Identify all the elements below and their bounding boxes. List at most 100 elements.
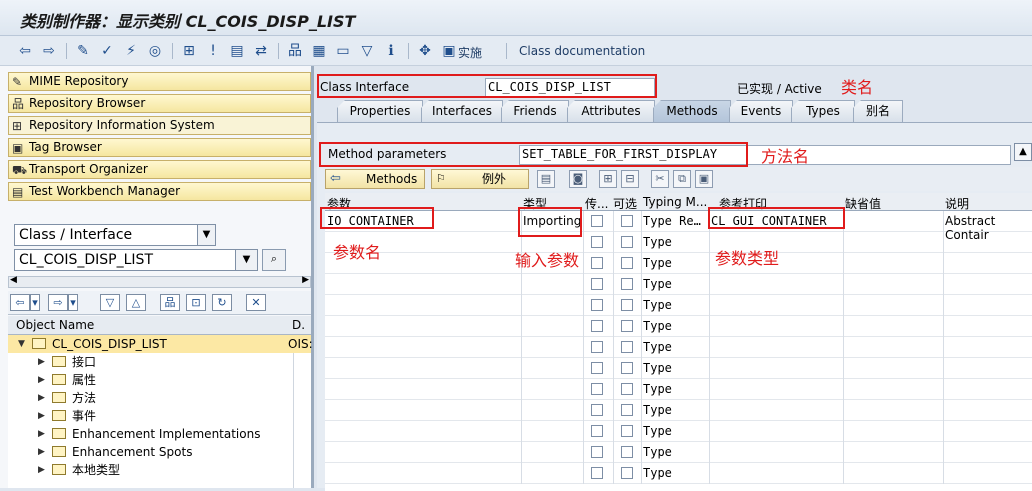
copy-icon[interactable]: ⧉: [673, 170, 691, 188]
typing-method-cell[interactable]: Type: [643, 277, 672, 291]
pass-by-value-checkbox[interactable]: [591, 236, 603, 248]
typing-method-cell[interactable]: Type: [643, 382, 672, 396]
object-type-select[interactable]: Class / Interface ▼: [14, 224, 216, 246]
tree-node[interactable]: ▶ 属性: [8, 371, 311, 389]
pass-by-value-checkbox[interactable]: [591, 341, 603, 353]
exceptions-button[interactable]: ⚐ 例外: [431, 169, 529, 189]
table-row[interactable]: Type: [325, 358, 1032, 379]
insert-row-icon[interactable]: ⊞: [599, 170, 617, 188]
typing-method-cell[interactable]: Type: [643, 466, 672, 480]
optional-checkbox[interactable]: [621, 362, 633, 374]
nav-test-workbench-manager[interactable]: ▤ Test Workbench Manager: [8, 182, 311, 201]
tab-interfaces[interactable]: Interfaces: [421, 100, 503, 122]
typing-method-cell[interactable]: Type: [643, 319, 672, 333]
expand-triangle-icon[interactable]: ▶: [38, 407, 45, 425]
optional-checkbox[interactable]: [621, 236, 633, 248]
typing-method-cell[interactable]: Type: [643, 298, 672, 312]
optional-checkbox[interactable]: [621, 278, 633, 290]
display-glasses-icon[interactable]: ⌕: [262, 249, 286, 271]
expand-triangle-icon[interactable]: ▶: [38, 461, 45, 479]
typing-method-cell[interactable]: Type: [643, 424, 672, 438]
tree-node[interactable]: ▶ 事件: [8, 407, 311, 425]
settings-icon[interactable]: ✥: [416, 42, 434, 60]
forward-menu-icon[interactable]: ▾: [68, 294, 78, 311]
table-row[interactable]: Type: [325, 379, 1032, 400]
methods-back-button[interactable]: ⇦ Methods: [325, 169, 425, 189]
target-icon[interactable]: ◎: [146, 42, 164, 60]
object-name-input[interactable]: CL_COIS_DISP_LIST ▼: [14, 249, 258, 271]
optional-checkbox[interactable]: [621, 215, 633, 227]
implement-button[interactable]: 实施: [458, 44, 482, 61]
optional-checkbox[interactable]: [621, 425, 633, 437]
pass-by-value-checkbox[interactable]: [591, 404, 603, 416]
tree-node[interactable]: ▶ 接口: [8, 353, 311, 371]
nav-tag-browser[interactable]: ▣ Tag Browser: [8, 138, 311, 157]
pass-by-value-checkbox[interactable]: [591, 215, 603, 227]
typing-method-cell[interactable]: Type: [643, 445, 672, 459]
nav-transport-organizer[interactable]: ⛟ Transport Organizer: [8, 160, 311, 179]
nav-repository-information-system[interactable]: ⊞ Repository Information System: [8, 116, 311, 135]
window-icon[interactable]: ▤: [228, 42, 246, 60]
tree-icon[interactable]: 品: [286, 42, 304, 60]
back-menu-icon[interactable]: ▾: [30, 294, 40, 311]
pass-by-value-checkbox[interactable]: [591, 299, 603, 311]
typing-method-cell[interactable]: Type: [643, 361, 672, 375]
tab-friends[interactable]: Friends: [501, 100, 569, 122]
select-icon[interactable]: ⊡: [186, 294, 206, 311]
cut-icon[interactable]: ✂: [651, 170, 669, 188]
refresh-icon[interactable]: ↻: [212, 294, 232, 311]
delete-row-icon[interactable]: ⊟: [621, 170, 639, 188]
table-row[interactable]: Type: [325, 400, 1032, 421]
pass-by-value-checkbox[interactable]: [591, 425, 603, 437]
optional-checkbox[interactable]: [621, 341, 633, 353]
tree-node[interactable]: ▶ 本地类型: [8, 461, 311, 479]
table-row[interactable]: Type: [325, 274, 1032, 295]
table-row[interactable]: Type: [325, 316, 1032, 337]
detail-view-icon[interactable]: ◙: [569, 170, 587, 188]
implement-icon[interactable]: ▣: [440, 42, 458, 60]
tree-node[interactable]: ▶ Enhancement Spots: [8, 443, 311, 461]
activate-icon[interactable]: ⚡: [122, 42, 140, 60]
edit-icon[interactable]: ✎: [74, 42, 92, 60]
forward-arrow-icon[interactable]: ⇨: [40, 42, 58, 60]
expand-triangle-icon[interactable]: ▶: [38, 371, 45, 389]
tab-attributes[interactable]: Attributes: [567, 100, 655, 122]
tree-root-node[interactable]: ▼ CL_COIS_DISP_LIST OIS:: [8, 335, 313, 353]
scroll-left-icon[interactable]: ◀: [10, 275, 17, 285]
pass-by-value-checkbox[interactable]: [591, 446, 603, 458]
expand-triangle-icon[interactable]: ▶: [38, 353, 45, 371]
tree-node[interactable]: ▶ Enhancement Implementations: [8, 425, 311, 443]
navigate-icon[interactable]: ⇄: [252, 42, 270, 60]
table-row[interactable]: Type: [325, 232, 1032, 253]
pass-by-value-checkbox[interactable]: [591, 320, 603, 332]
table-row[interactable]: Type: [325, 253, 1032, 274]
back-arrow-icon[interactable]: ⇦: [16, 42, 34, 60]
typing-method-cell[interactable]: Type: [643, 256, 672, 270]
typing-method-cell[interactable]: Type Re…: [643, 214, 701, 228]
expand-icon[interactable]: ▽: [100, 294, 120, 311]
tab-methods[interactable]: Methods: [653, 100, 731, 122]
optional-checkbox[interactable]: [621, 404, 633, 416]
typing-method-cell[interactable]: Type: [643, 403, 672, 417]
tab-aliases[interactable]: 别名: [853, 100, 903, 122]
close-icon[interactable]: ✕: [246, 294, 266, 311]
pass-by-value-checkbox[interactable]: [591, 257, 603, 269]
table-row[interactable]: Type: [325, 463, 1032, 484]
typing-method-cell[interactable]: Type: [643, 235, 672, 249]
expand-triangle-icon[interactable]: ▶: [38, 425, 45, 443]
optional-checkbox[interactable]: [621, 299, 633, 311]
scroll-up-icon[interactable]: ▲: [1014, 143, 1032, 161]
optional-checkbox[interactable]: [621, 320, 633, 332]
tab-properties[interactable]: Properties: [337, 100, 423, 122]
back-icon[interactable]: ⇦: [10, 294, 30, 311]
table-row[interactable]: Type: [325, 295, 1032, 316]
source-code-icon[interactable]: ▤: [537, 170, 555, 188]
display-icon[interactable]: ▭: [334, 42, 352, 60]
dropdown-icon[interactable]: ▼: [235, 250, 257, 270]
collapse-triangle-icon[interactable]: ▼: [18, 335, 25, 353]
optional-checkbox[interactable]: [621, 257, 633, 269]
tree-node[interactable]: ▶ 方法: [8, 389, 311, 407]
filter-icon[interactable]: ▽: [358, 42, 376, 60]
horizontal-scrollbar[interactable]: ◀ ▶: [8, 275, 311, 288]
pass-by-value-checkbox[interactable]: [591, 362, 603, 374]
